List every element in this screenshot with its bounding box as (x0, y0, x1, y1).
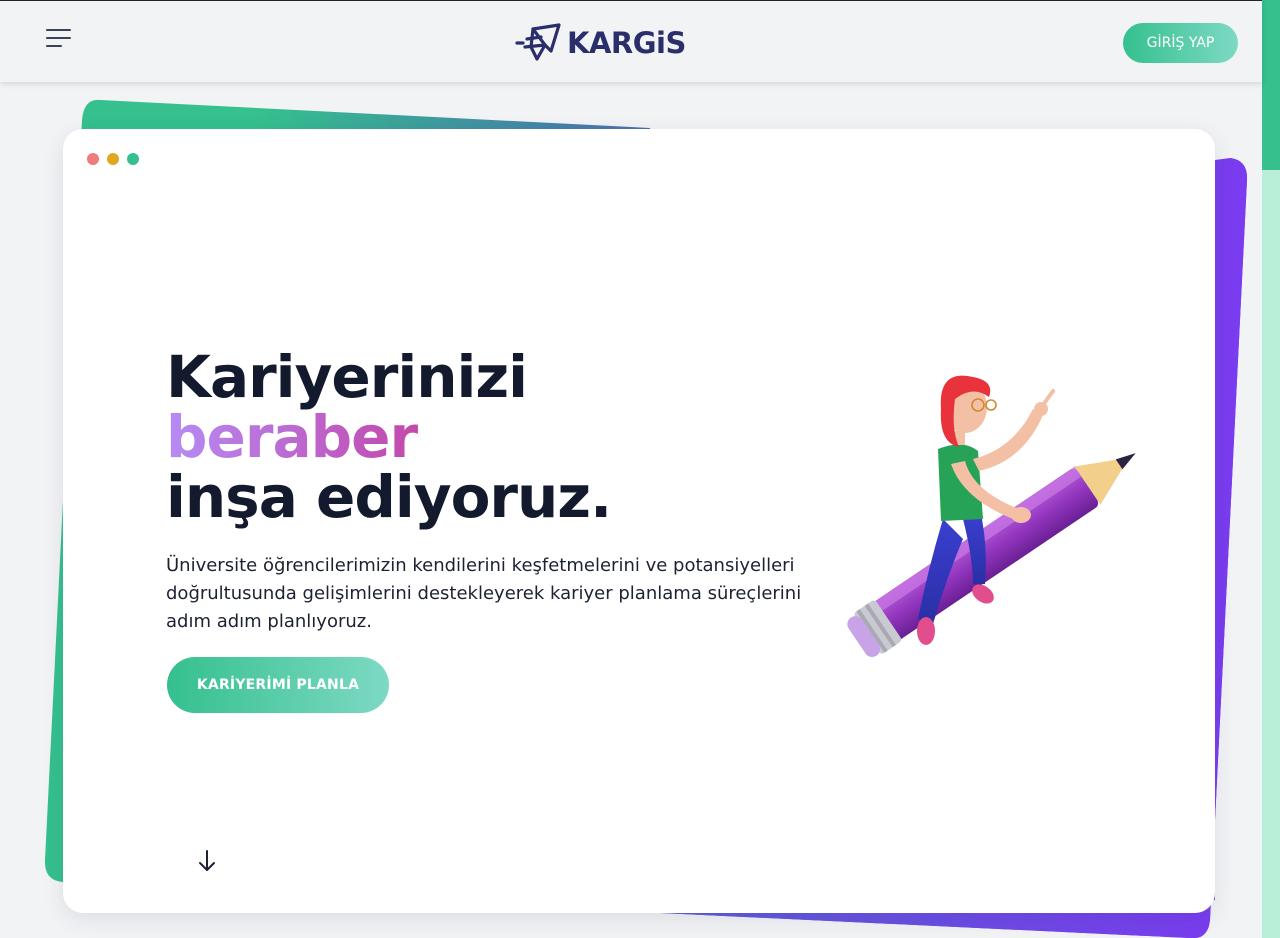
hero-title: Kariyerinizi beraber inşa ediyoruz. (166, 343, 612, 531)
window-dot-yellow (107, 153, 119, 165)
hero-card: Kariyerinizi beraber inşa ediyoruz. Üniv… (63, 129, 1215, 913)
window-dots (87, 153, 139, 165)
girl-riding-pencil-illustration (847, 375, 1136, 657)
login-button[interactable]: GİRİŞ YAP (1123, 23, 1238, 63)
window-dot-red (87, 153, 99, 165)
top-navbar: KARGiS GİRİŞ YAP (0, 0, 1262, 82)
plan-career-button[interactable]: KARİYERİMİ PLANLA (167, 657, 389, 713)
hero-title-line-3: inşa ediyoruz. (166, 463, 612, 531)
window-dot-green (127, 153, 139, 165)
page-scrollbar-thumb[interactable] (1262, 0, 1280, 170)
kargis-logo[interactable]: KARGiS (515, 21, 686, 65)
hero-title-accent: beraber (166, 407, 611, 467)
hero-description: Üniversite öğrencilerimizin kendilerini … (166, 555, 802, 632)
hamburger-menu-icon[interactable] (46, 28, 72, 48)
hero-title-line-1: Kariyerinizi (166, 343, 528, 411)
logo-wordmark: KARGiS (567, 26, 686, 60)
arrow-down-icon[interactable] (197, 848, 217, 874)
kargis-logo-mark-icon (515, 23, 561, 61)
